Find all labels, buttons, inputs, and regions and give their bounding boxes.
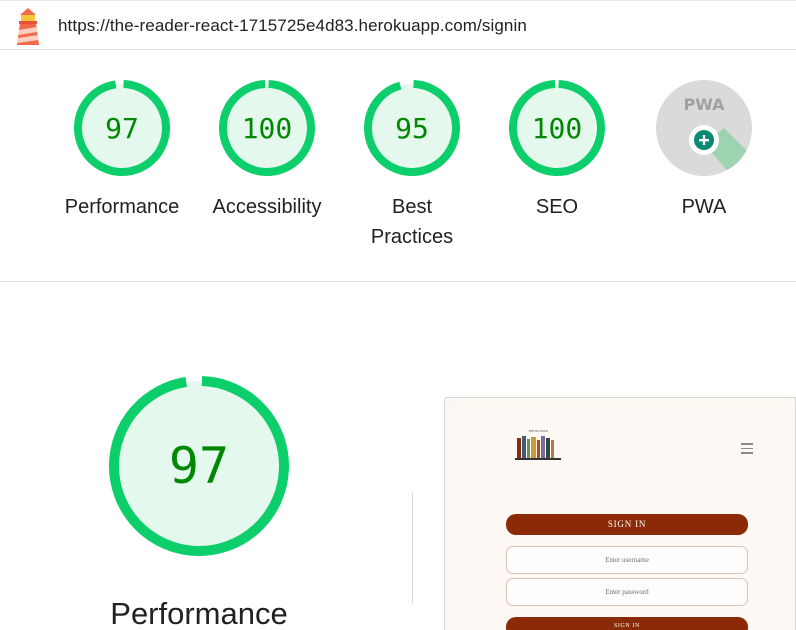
final-screenshot[interactable]: THE READER SIGN IN Enter username Enter …: [444, 397, 796, 630]
screenshot-brand-text: THE READER: [528, 429, 549, 433]
gauge-seo[interactable]: 100 SEO: [487, 78, 627, 222]
gauge-pwa-label: PWA: [681, 196, 727, 218]
gauge-best-practices-label: Best Practices: [370, 196, 454, 248]
gauge-performance-label: Performance: [64, 196, 180, 218]
performance-score: 97: [105, 112, 139, 145]
vertical-divider: [412, 493, 413, 603]
gauge-seo-label: SEO: [535, 196, 579, 218]
report-topbar: https://the-reader-react-1715725e4d83.he…: [0, 0, 796, 50]
screenshot-signin-heading: SIGN IN: [506, 514, 748, 535]
performance-detail-gauge: 97: [99, 372, 299, 577]
best-practices-gauge-ring: 95: [364, 80, 460, 176]
seo-score: 100: [532, 112, 583, 145]
report-url[interactable]: https://the-reader-react-1715725e4d83.he…: [58, 16, 527, 36]
screenshot-page: THE READER SIGN IN Enter username Enter …: [452, 404, 795, 630]
pwa-badge-text: PWA: [683, 95, 725, 114]
category-gauges: 97 Performance 100 Accessibility 95 Best…: [0, 50, 796, 282]
seo-gauge-ring: 100: [509, 80, 605, 176]
gauge-best-practices[interactable]: 95 Best Practices: [342, 78, 482, 252]
performance-detail-ring: 97: [109, 376, 289, 556]
accessibility-gauge-ring: 100: [219, 80, 315, 176]
gauge-accessibility-label: Accessibility: [212, 196, 322, 218]
screenshot-menu-icon: [741, 443, 753, 454]
performance-gauge-ring: 97: [74, 80, 170, 176]
the-reader-logo-icon: THE READER: [515, 429, 561, 460]
performance-detail-title: Performance: [110, 596, 288, 630]
screenshot-password-field: Enter password: [506, 578, 748, 606]
screenshot-signin-button: SIGN IN: [506, 617, 748, 630]
gauge-performance[interactable]: 97 Performance: [52, 78, 192, 222]
performance-detail-score: 97: [169, 437, 229, 495]
gauge-pwa[interactable]: PWA PWA: [634, 78, 774, 222]
best-practices-score: 95: [395, 112, 429, 145]
gauge-accessibility[interactable]: 100 Accessibility: [197, 78, 337, 222]
accessibility-score: 100: [242, 112, 293, 145]
pwa-badge-icon: PWA: [656, 80, 752, 176]
screenshot-username-field: Enter username: [506, 546, 748, 574]
lighthouse-logo-icon: [17, 8, 39, 45]
